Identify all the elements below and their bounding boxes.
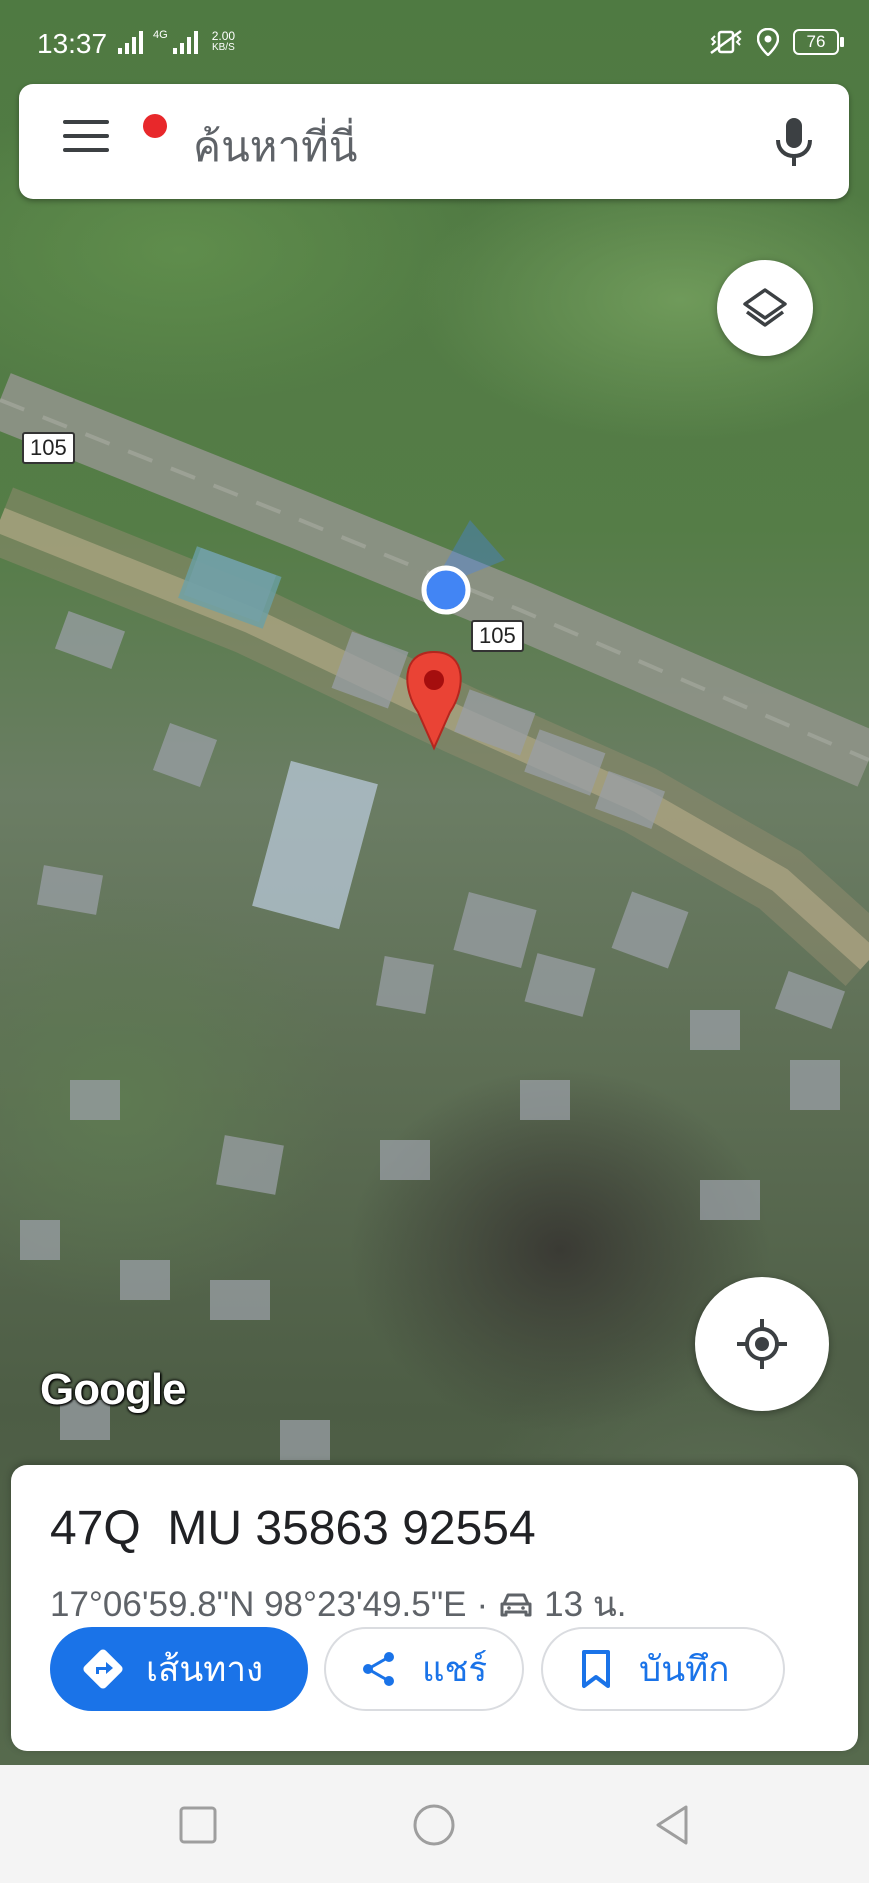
net-speed-value: 2.00 (211, 29, 236, 43)
save-button[interactable]: บันทึก (541, 1627, 785, 1711)
save-label: บันทึก (639, 1649, 730, 1689)
signal-4g-icon: 4G (153, 30, 198, 54)
signal-indicators: 4G 2.00 KB/S (118, 30, 235, 54)
place-card[interactable]: 47Q MU 35863 92554 17°06'59.8"N 98°23'49… (11, 1465, 858, 1751)
microphone-icon[interactable] (769, 114, 819, 170)
system-nav-bar (0, 1765, 869, 1883)
google-logo: Google (40, 1365, 187, 1414)
notification-dot (143, 114, 167, 138)
share-icon (356, 1646, 402, 1692)
layers-icon (743, 288, 787, 327)
net-speed: 2.00 KB/S (212, 30, 235, 54)
search-bar[interactable]: ค้นหาที่นี่ (19, 84, 849, 199)
separator: · (476, 1584, 489, 1624)
location-icon (757, 28, 779, 56)
place-subtitle: 17°06'59.8"N 98°23'49.5"E · 13 น. (50, 1577, 626, 1632)
bookmark-icon (573, 1646, 619, 1692)
signal-icon (118, 30, 143, 54)
status-right-icons: 76 (709, 28, 844, 56)
battery-icon: 76 (793, 29, 844, 55)
my-location-button[interactable] (695, 1277, 829, 1411)
share-label: แชร์ (422, 1649, 488, 1689)
recents-square-icon[interactable] (176, 1803, 220, 1847)
car-icon (500, 1593, 532, 1616)
directions-icon (80, 1646, 126, 1692)
road-shield: 105 (471, 620, 524, 652)
road-shield: 105 (22, 432, 75, 464)
share-button[interactable]: แชร์ (324, 1627, 524, 1711)
place-title: 47Q MU 35863 92554 (50, 1502, 536, 1555)
hamburger-menu-icon[interactable] (63, 114, 167, 170)
home-circle-icon[interactable] (412, 1803, 456, 1847)
back-triangle-icon[interactable] (650, 1803, 694, 1847)
layers-button[interactable] (717, 260, 813, 356)
net-speed-unit: KB/S (211, 42, 235, 53)
my-location-icon (737, 1319, 787, 1369)
coordinates: 17°06'59.8"N 98°23'49.5"E (50, 1584, 467, 1624)
search-input[interactable]: ค้นหาที่นี่ (193, 114, 357, 180)
directions-label: เส้นทาง (146, 1649, 264, 1689)
travel-time: 13 น. (544, 1585, 627, 1624)
status-time: 13:37 (37, 28, 108, 59)
directions-button[interactable]: เส้นทาง (50, 1627, 308, 1711)
network-type: 4G (153, 29, 168, 41)
my-location-dot (421, 565, 471, 615)
vibrate-icon (710, 29, 742, 55)
status-bar: 13:37 4G 2.00 KB/S 76 (0, 0, 869, 88)
